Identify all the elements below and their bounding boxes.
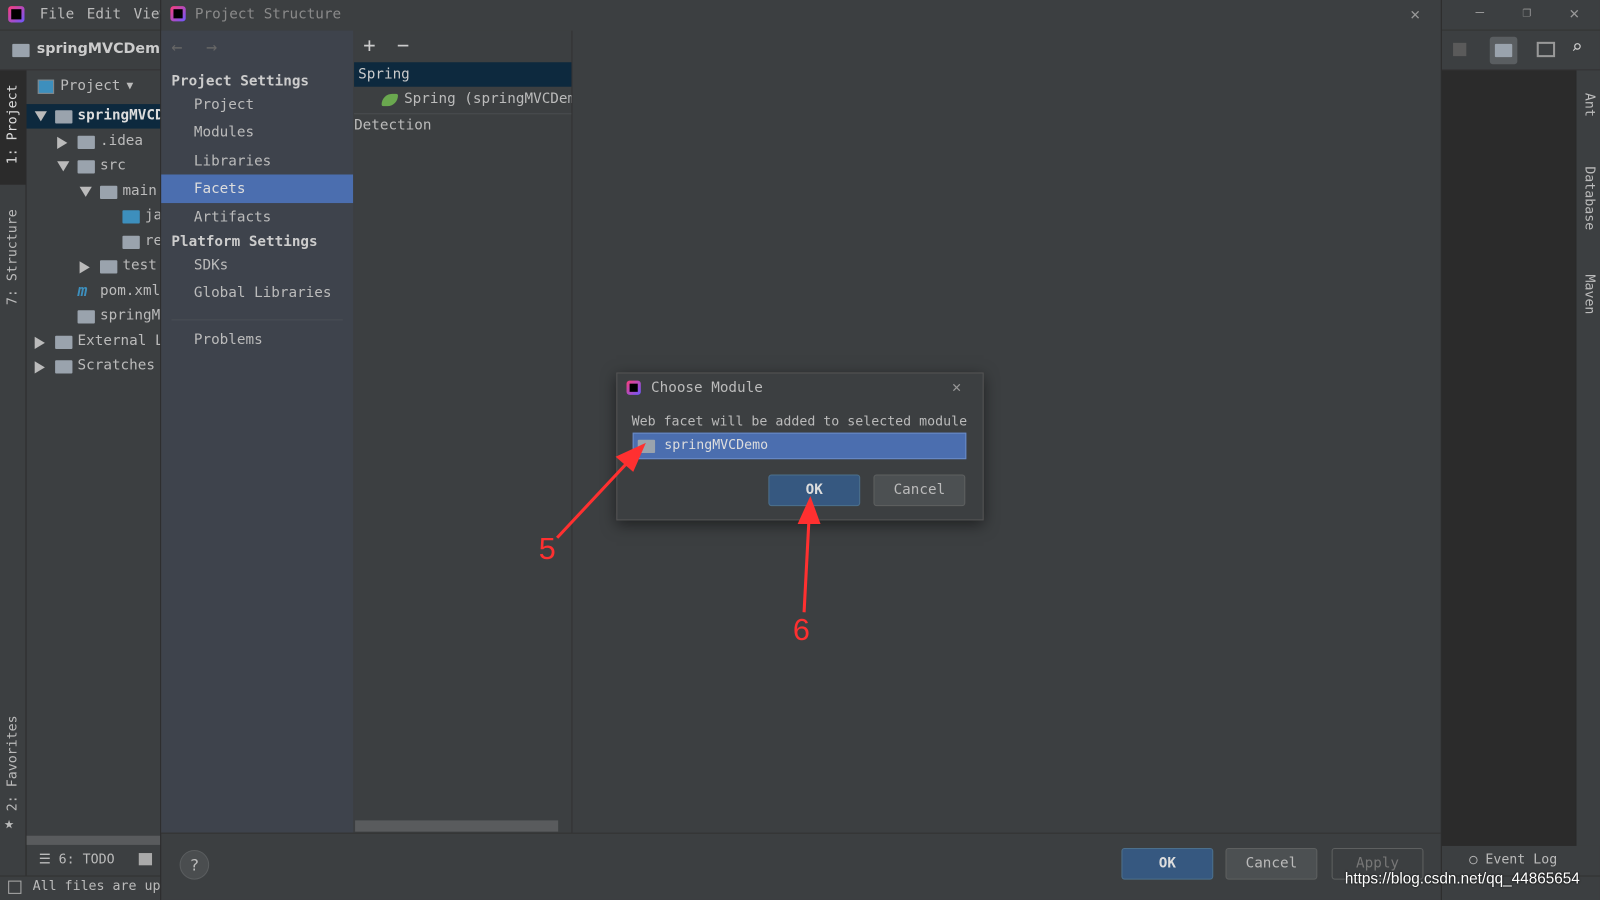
arrow-step-6 [797, 495, 821, 613]
annotation-step-6: 6 [792, 613, 810, 647]
annotation-step-5: 5 [538, 532, 556, 567]
watermark: https://blog.csdn.net/qq_44865654 [1344, 870, 1580, 888]
annotation-arrows [556, 442, 821, 613]
arrow-step-5 [556, 442, 646, 539]
ide-window: File Edit View — ❐ ✕ springMVCDemo ⌕ 1: … [0, 0, 1600, 900]
